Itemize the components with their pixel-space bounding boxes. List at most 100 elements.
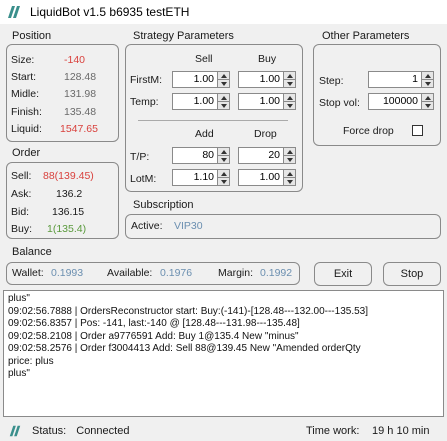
order-bid-label: Bid:: [11, 206, 30, 218]
log-line: plus": [8, 293, 30, 304]
tp-drop-up-icon[interactable]: [284, 148, 295, 156]
firstm-buy-value[interactable]: 1.00: [239, 72, 283, 87]
lotm-drop-stepper[interactable]: 1.00: [238, 169, 296, 186]
strategy-group-label: Strategy Parameters: [133, 30, 234, 42]
stopvol-down-icon[interactable]: [422, 102, 433, 109]
margin-label: Margin:: [218, 267, 254, 279]
forcedrop-label: Force drop: [343, 125, 394, 137]
balance-group-label: Balance: [12, 246, 52, 258]
status-label: Status:: [32, 425, 67, 437]
lotm-add-up-icon[interactable]: [218, 170, 229, 178]
order-bid-value: 136.15: [52, 206, 85, 218]
tp-drop-stepper[interactable]: 20: [238, 147, 296, 164]
log-line: price: plus: [8, 355, 54, 367]
step-up-icon[interactable]: [422, 72, 433, 80]
log-line: 09:02:58.2576 | Order f3004413 Add: Sell…: [8, 343, 361, 354]
window-title: LiquidBot v1.5 b6935 testETH: [30, 5, 190, 19]
log-panel[interactable]: plus" 09:02:56.7888 | OrdersReconstructo…: [3, 290, 444, 417]
timework-label: Time work:: [306, 425, 360, 437]
lotm-drop-down-icon[interactable]: [284, 178, 295, 185]
log-line: 09:02:58.2108 | Order a9776591 Add: Buy …: [8, 330, 299, 342]
title-bar: LiquidBot v1.5 b6935 testETH: [0, 0, 447, 24]
forcedrop-checkbox[interactable]: [412, 125, 423, 136]
order-ask-value: 136.2: [56, 188, 83, 200]
position-midle-label: Midle:: [11, 88, 40, 100]
lotm-add-stepper[interactable]: 1.10: [172, 169, 230, 186]
temp-sell-down-icon[interactable]: [218, 102, 229, 109]
temp-buy-down-icon[interactable]: [284, 102, 295, 109]
status-bar: Status: Connected Time work: 19 h 10 min: [0, 421, 447, 441]
other-group-label: Other Parameters: [322, 30, 410, 42]
position-size-value: -140: [64, 54, 86, 66]
stopvol-value[interactable]: 100000: [369, 94, 421, 109]
firstm-sell-down-icon[interactable]: [218, 80, 229, 87]
order-ask-label: Ask:: [11, 188, 32, 200]
temp-sell-value[interactable]: 1.00: [173, 94, 217, 109]
tp-add-value[interactable]: 80: [173, 148, 217, 163]
tp-add-up-icon[interactable]: [218, 148, 229, 156]
tp-drop-down-icon[interactable]: [284, 156, 295, 163]
strategy-col-drop: Drop: [254, 128, 277, 140]
temp-buy-value[interactable]: 1.00: [239, 94, 283, 109]
firstm-buy-stepper[interactable]: 1.00: [238, 71, 296, 88]
lotm-drop-up-icon[interactable]: [284, 170, 295, 178]
timework-value: 19 h 10 min: [372, 425, 430, 437]
position-midle-value: 131.98: [64, 88, 97, 100]
firstm-buy-up-icon[interactable]: [284, 72, 295, 80]
stop-button[interactable]: Stop: [383, 262, 441, 286]
position-liquid-label: Liquid:: [11, 123, 42, 135]
temp-sell-up-icon[interactable]: [218, 94, 229, 102]
position-start-value: 128.48: [64, 71, 97, 83]
subscription-active-value: VIP30: [174, 220, 203, 232]
lotm-drop-value[interactable]: 1.00: [239, 170, 283, 185]
stopvol-label: Stop vol:: [319, 97, 360, 109]
log-line: 09:02:56.7888 | OrdersReconstructor star…: [8, 305, 369, 317]
firstm-sell-up-icon[interactable]: [218, 72, 229, 80]
lotm-add-value[interactable]: 1.10: [173, 170, 217, 185]
firstm-label: FirstM:: [130, 74, 163, 86]
lotm-label: LotM:: [130, 173, 157, 185]
step-down-icon[interactable]: [422, 80, 433, 87]
firstm-sell-stepper[interactable]: 1.00: [172, 71, 230, 88]
stopvol-up-icon[interactable]: [422, 94, 433, 102]
position-liquid-value: 1547.65: [60, 123, 98, 135]
tp-add-down-icon[interactable]: [218, 156, 229, 163]
status-logo-icon: [9, 425, 21, 437]
strategy-col-buy: Buy: [258, 53, 277, 65]
lotm-add-down-icon[interactable]: [218, 178, 229, 185]
position-finish-value: 135.48: [64, 106, 97, 118]
order-buy-value: 1(135.4): [47, 223, 87, 235]
subscription-panel: [125, 214, 441, 239]
available-label: Available:: [107, 267, 153, 279]
position-finish-label: Finish:: [11, 106, 42, 118]
log-line: plus": [8, 368, 30, 379]
temp-sell-stepper[interactable]: 1.00: [172, 93, 230, 110]
strategy-divider: [138, 120, 288, 121]
status-value: Connected: [76, 425, 130, 437]
app-logo-icon: [8, 6, 20, 18]
subscription-active-label: Active:: [131, 220, 163, 232]
tp-drop-value[interactable]: 20: [239, 148, 283, 163]
tp-label: T/P:: [130, 151, 150, 163]
stopvol-stepper[interactable]: 100000: [368, 93, 434, 110]
wallet-value: 0.1993: [51, 267, 84, 279]
tp-add-stepper[interactable]: 80: [172, 147, 230, 164]
step-label: Step:: [319, 75, 344, 87]
order-buy-label: Buy:: [11, 223, 33, 235]
order-sell-value: 88(139.45): [43, 170, 94, 182]
exit-button[interactable]: Exit: [314, 262, 372, 286]
firstm-sell-value[interactable]: 1.00: [173, 72, 217, 87]
step-value[interactable]: 1: [369, 72, 421, 87]
position-size-label: Size:: [11, 54, 35, 66]
order-group-label: Order: [12, 147, 41, 159]
order-sell-label: Sell:: [11, 170, 32, 182]
firstm-buy-down-icon[interactable]: [284, 80, 295, 87]
temp-buy-stepper[interactable]: 1.00: [238, 93, 296, 110]
step-stepper[interactable]: 1: [368, 71, 434, 88]
available-value: 0.1976: [160, 267, 193, 279]
strategy-col-sell: Sell: [195, 53, 213, 65]
margin-value: 0.1992: [260, 267, 293, 279]
position-start-label: Start:: [11, 71, 37, 83]
log-line: 09:02:56.8357 | Pos: -141, last:-140 @ […: [8, 318, 300, 329]
temp-buy-up-icon[interactable]: [284, 94, 295, 102]
